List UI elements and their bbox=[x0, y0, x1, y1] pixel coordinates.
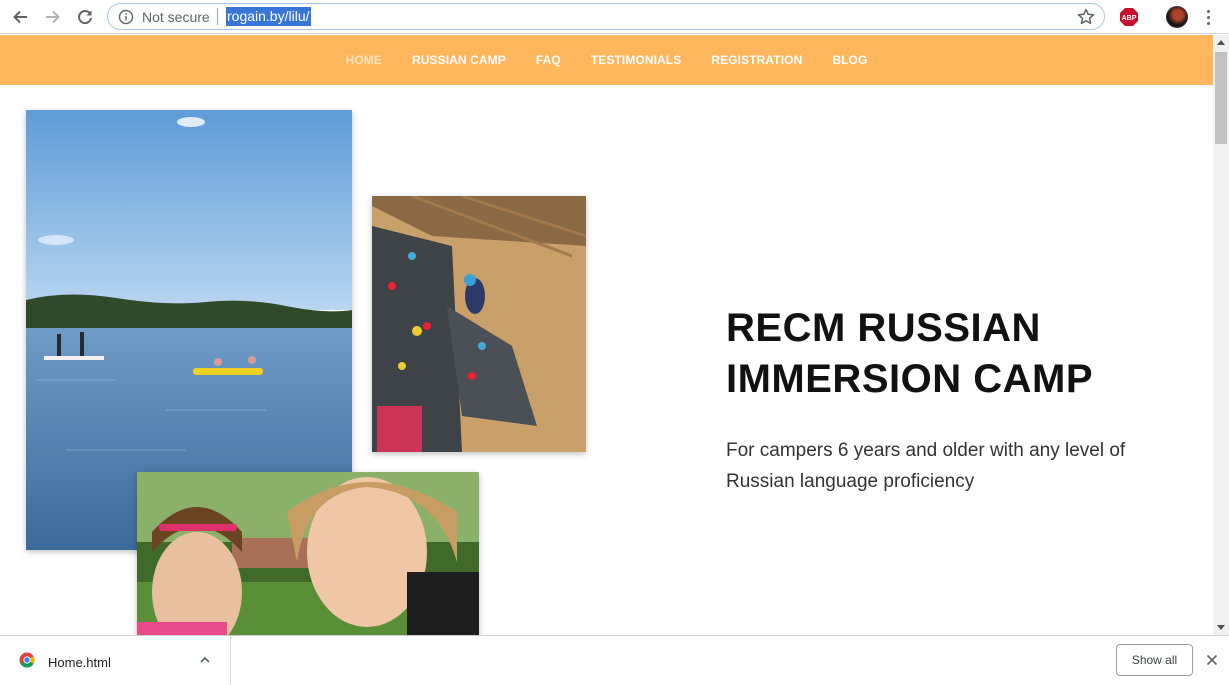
hero-subtitle: For campers 6 years and older with any l… bbox=[726, 440, 1126, 492]
page-scrollbar[interactable] bbox=[1213, 35, 1229, 635]
page-viewport: HOME RUSSIAN CAMP FAQ TESTIMONIALS REGIS… bbox=[0, 35, 1213, 635]
forward-arrow-icon bbox=[46, 10, 60, 24]
chevron-up-icon[interactable] bbox=[198, 653, 212, 667]
download-shelf: Home.html Show all bbox=[0, 635, 1229, 685]
adblock-extension-icon[interactable]: ABP bbox=[1119, 7, 1139, 27]
reload-icon bbox=[78, 10, 92, 25]
forward-button[interactable] bbox=[41, 5, 65, 29]
nav-russian-camp[interactable]: RUSSIAN CAMP bbox=[412, 53, 506, 67]
bookmark-star-icon[interactable] bbox=[1076, 7, 1096, 27]
security-status-label[interactable]: Not secure bbox=[142, 9, 210, 25]
back-button[interactable] bbox=[8, 5, 32, 29]
address-divider bbox=[217, 8, 218, 25]
close-icon[interactable] bbox=[1204, 652, 1220, 668]
download-item[interactable]: Home.html bbox=[0, 636, 231, 685]
reload-button[interactable] bbox=[73, 5, 97, 29]
scrollbar-thumb[interactable] bbox=[1215, 52, 1227, 144]
show-all-button[interactable]: Show all bbox=[1116, 644, 1193, 676]
scroll-up-arrow-icon[interactable] bbox=[1213, 35, 1229, 49]
url-text[interactable]: rogain.by/lilu/ bbox=[226, 7, 311, 26]
back-arrow-icon bbox=[13, 10, 27, 24]
info-icon[interactable] bbox=[118, 9, 134, 25]
nav-registration[interactable]: REGISTRATION bbox=[711, 53, 802, 67]
nav-faq[interactable]: FAQ bbox=[536, 53, 561, 67]
chrome-file-icon bbox=[19, 652, 35, 668]
scroll-down-arrow-icon[interactable] bbox=[1213, 621, 1229, 635]
nav-blog[interactable]: BLOG bbox=[832, 53, 867, 67]
download-file-name: Home.html bbox=[48, 655, 111, 670]
nav-home[interactable]: HOME bbox=[346, 53, 382, 67]
adblock-label: ABP bbox=[1122, 15, 1137, 22]
address-bar[interactable]: Not secure rogain.by/lilu/ bbox=[107, 3, 1105, 30]
camper-counselor-photo bbox=[137, 472, 479, 635]
climbing-wall-photo bbox=[372, 196, 586, 452]
browser-menu-icon[interactable] bbox=[1200, 6, 1216, 28]
site-navigation: HOME RUSSIAN CAMP FAQ TESTIMONIALS REGIS… bbox=[0, 35, 1213, 85]
browser-toolbar: Not secure rogain.by/lilu/ ABP bbox=[0, 0, 1229, 34]
profile-avatar[interactable] bbox=[1166, 6, 1188, 28]
hero-title: RECM RUSSIAN IMMERSION CAMP bbox=[726, 306, 1093, 401]
nav-testimonials[interactable]: TESTIMONIALS bbox=[591, 53, 682, 67]
